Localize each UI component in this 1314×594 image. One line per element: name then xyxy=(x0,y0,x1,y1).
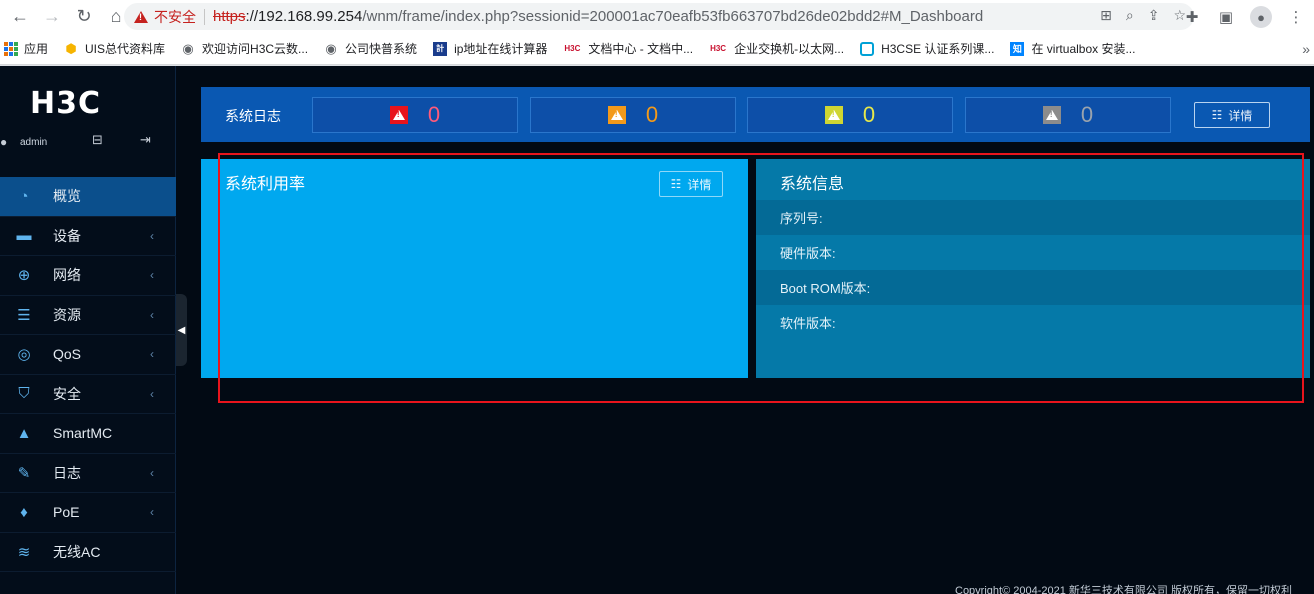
gauge-icon: ◔ xyxy=(19,187,29,205)
translate-icon[interactable]: ⊞ xyxy=(1100,7,1112,24)
log-detail-button[interactable]: ☷ 详情 xyxy=(1194,102,1270,128)
sidebar: H3C ● admin ⊟ ⇥ ◔ 概览 ▬ 设备 ‹ ⊕ 网络 ‹ ☰ 资源 … xyxy=(0,66,176,594)
minor-alert-icon xyxy=(824,106,843,124)
menu-item-poe[interactable]: ♦ PoE ‹ xyxy=(0,493,176,533)
log-level-critical[interactable]: 0 xyxy=(312,97,518,133)
profile-avatar[interactable]: ● xyxy=(1250,6,1272,28)
bookmark-item[interactable]: H3C 文档中心 - 文档中... xyxy=(563,40,693,57)
menu-item-device[interactable]: ▬ 设备 ‹ xyxy=(0,217,176,256)
chevron-left-icon: ‹ xyxy=(150,347,154,362)
critical-alert-icon xyxy=(389,106,408,124)
poe-icon: ♦ xyxy=(20,503,28,521)
smartmc-icon: ▲ xyxy=(16,424,32,442)
tv-icon xyxy=(860,41,875,56)
reload-button[interactable]: ↻ xyxy=(72,5,96,29)
h3c-web-app: H3C ● admin ⊟ ⇥ ◔ 概览 ▬ 设备 ‹ ⊕ 网络 ‹ ☰ 资源 … xyxy=(0,66,1314,594)
address-bar[interactable]: 不安全 https://192.168.99.254/wnm/frame/ind… xyxy=(124,3,1194,30)
forward-button[interactable]: → xyxy=(40,5,64,29)
logout-icon[interactable]: ⇥ xyxy=(140,132,151,148)
bookmark-item[interactable]: H3C 企业交换机-以太网... xyxy=(709,40,844,57)
menu-item-resource[interactable]: ☰ 资源 ‹ xyxy=(0,296,176,335)
username: admin xyxy=(20,136,48,148)
chevron-left-icon: ‹ xyxy=(150,465,154,480)
url-host: ://192.168.99.254 xyxy=(245,8,363,25)
list-icon: ☷ xyxy=(1211,108,1223,122)
critical-count: 0 xyxy=(427,102,441,127)
apps-grid-icon xyxy=(4,41,18,56)
h3c-logo: H3C xyxy=(30,86,101,121)
database-icon: ☰ xyxy=(17,306,31,324)
sidepanel-icon[interactable]: ▣ xyxy=(1216,7,1236,27)
menu-icon[interactable]: ⋮ xyxy=(1286,7,1306,27)
sidebar-collapse-toggle[interactable]: ◀ xyxy=(176,294,187,366)
globe-icon: ◉ xyxy=(182,40,194,56)
zhihu-icon: 知 xyxy=(1010,41,1025,56)
browser-toolbar: ← → ↻ ⌂ 不安全 https://192.168.99.254/wnm/f… xyxy=(0,0,1314,33)
chevron-left-icon: ‹ xyxy=(150,386,154,401)
chevron-left-icon: ‹ xyxy=(150,228,154,243)
info-alert-icon xyxy=(1042,106,1061,124)
device-icon: ▬ xyxy=(16,227,32,245)
h3c-icon: H3C xyxy=(564,44,581,53)
menu-item-security[interactable]: ⛉ 安全 ‹ xyxy=(0,375,176,414)
chevron-left-icon: ‹ xyxy=(150,505,154,520)
bookmark-item[interactable]: ◉ 欢迎访问H3C云数... xyxy=(181,40,308,57)
bookmark-item[interactable]: 計 ip地址在线计算器 xyxy=(433,40,547,57)
url-path: /wnm/frame/index.php?sessionid=200001ac7… xyxy=(362,8,984,25)
system-log-title: 系统日志 xyxy=(225,108,281,124)
back-button[interactable]: ← xyxy=(8,5,32,29)
more-bookmarks-icon[interactable]: » xyxy=(1302,41,1310,57)
globe-icon: ⊕ xyxy=(17,267,31,285)
wifi-icon: ≋ xyxy=(17,543,31,561)
sidebar-menu: ◔ 概览 ▬ 设备 ‹ ⊕ 网络 ‹ ☰ 资源 ‹ ◎ QoS ‹ ⛉ 安全 ‹… xyxy=(0,177,176,572)
globe-icon: ◉ xyxy=(325,40,337,56)
menu-item-overview[interactable]: ◔ 概览 xyxy=(0,177,176,217)
shield-icon: ⛉ xyxy=(18,385,30,403)
menu-item-network[interactable]: ⊕ 网络 ‹ xyxy=(0,256,176,296)
log-level-minor[interactable]: 0 xyxy=(747,97,953,133)
major-alert-icon xyxy=(607,106,626,124)
highlight-frame xyxy=(218,153,1304,403)
save-icon[interactable]: ⊟ xyxy=(92,132,103,148)
major-count: 0 xyxy=(645,102,659,127)
log-icon: ✎ xyxy=(17,464,31,482)
menu-item-smartmc[interactable]: ▲ SmartMC xyxy=(0,414,176,454)
warning-icon xyxy=(134,10,148,23)
minor-count: 0 xyxy=(862,102,876,127)
hexagon-icon: ⬢ xyxy=(65,40,77,56)
divider xyxy=(204,8,205,25)
bookmark-apps[interactable]: 应用 xyxy=(0,40,48,57)
url-protocol: https xyxy=(213,8,246,25)
calc-icon: 計 xyxy=(433,41,448,56)
share-icon[interactable]: ⇪ xyxy=(1148,7,1160,24)
menu-item-qos[interactable]: ◎ QoS ‹ xyxy=(0,335,176,375)
bookmarks-bar: 应用 ⬢ UIS总代资料库 ◉ 欢迎访问H3C云数... ◉ 公司快普系统 計 … xyxy=(0,33,1314,65)
log-level-major[interactable]: 0 xyxy=(530,97,736,133)
bookmark-item[interactable]: H3CSE 认证系列课... xyxy=(860,40,994,57)
chevron-left-icon: ‹ xyxy=(150,307,154,322)
h3c-icon: H3C xyxy=(710,44,727,53)
log-level-info[interactable]: 0 xyxy=(965,97,1171,133)
chevron-left-icon: ‹ xyxy=(150,268,154,283)
menu-item-log[interactable]: ✎ 日志 ‹ xyxy=(0,454,176,493)
extensions-icon[interactable]: ✚ xyxy=(1182,7,1202,27)
copyright: Copyright© 2004-2021 新华三技术有限公司 版权所有，保留一切… xyxy=(955,585,1292,594)
zoom-icon[interactable]: ⌕ xyxy=(1126,7,1134,24)
bookmark-item[interactable]: 知 在 virtualbox 安装... xyxy=(1010,40,1135,57)
qos-icon: ◎ xyxy=(17,346,31,364)
security-label[interactable]: 不安全 xyxy=(154,7,196,27)
bookmark-item[interactable]: ◉ 公司快普系统 xyxy=(324,40,417,57)
bookmark-item[interactable]: ⬢ UIS总代资料库 xyxy=(64,40,165,57)
system-log-bar: 系统日志 0 0 0 0 ☷ 详情 xyxy=(201,87,1310,142)
user-row: ● admin ⊟ ⇥ xyxy=(0,132,176,152)
menu-item-wireless-ac[interactable]: ≋ 无线AC xyxy=(0,533,176,572)
user-icon: ● xyxy=(0,135,8,149)
info-count: 0 xyxy=(1080,102,1094,127)
